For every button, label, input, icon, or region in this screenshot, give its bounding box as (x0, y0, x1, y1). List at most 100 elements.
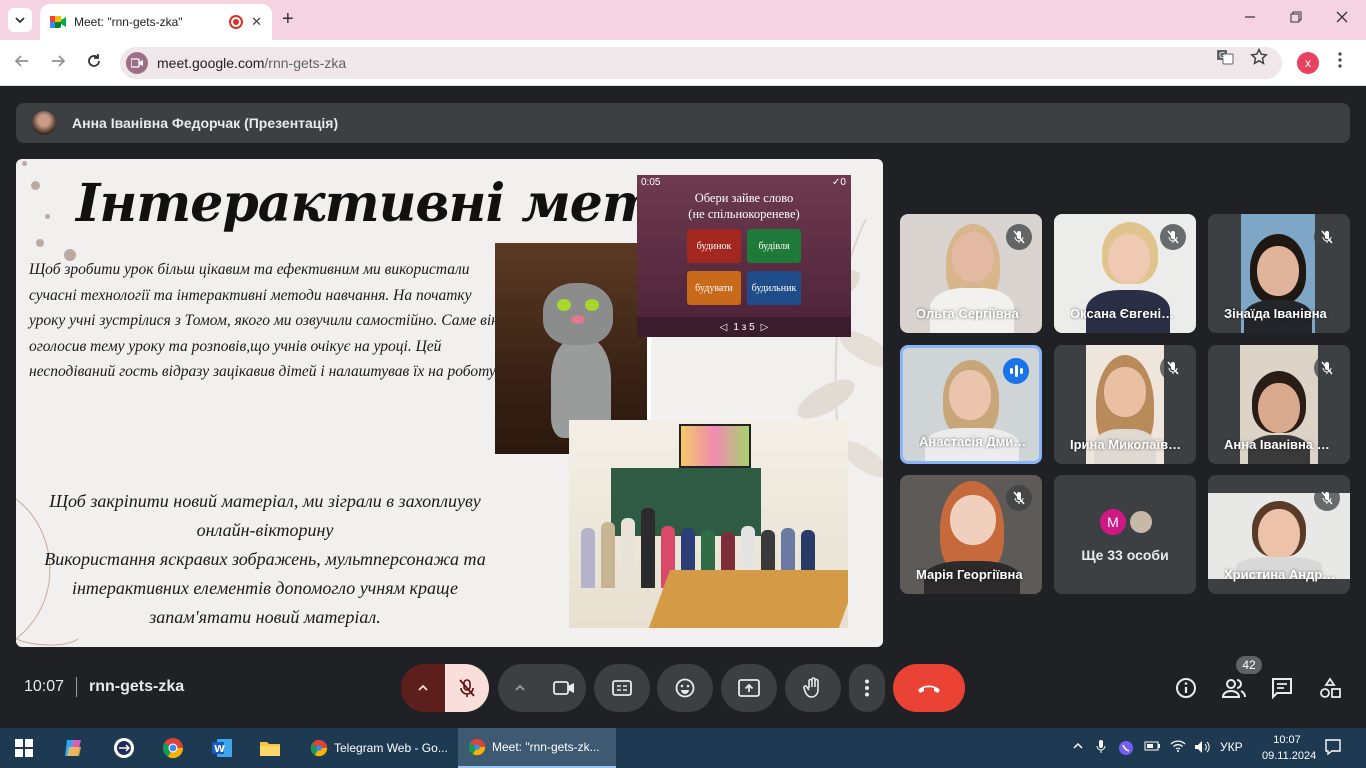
present-screen-icon (738, 679, 760, 697)
decor-dot (45, 214, 50, 219)
chevron-down-icon (15, 17, 25, 24)
toggle-microphone-button[interactable] (445, 664, 489, 712)
close-tab-icon[interactable]: ✕ (251, 14, 262, 30)
profile-avatar[interactable]: x (1297, 52, 1319, 74)
chat-icon (1272, 678, 1292, 699)
close-window-button[interactable] (1336, 10, 1348, 26)
svg-text:W: W (214, 744, 225, 755)
minimize-icon (1245, 16, 1255, 18)
toggle-camera-button[interactable] (542, 664, 586, 712)
mic-off-icon (1314, 485, 1340, 511)
browser-menu-icon[interactable] (1338, 52, 1342, 73)
chrome-icon (468, 738, 486, 756)
file-explorer-button[interactable] (258, 736, 282, 760)
activities-button[interactable] (1318, 676, 1342, 700)
quiz-screenshot: 0:05 ✓0 Обери зайве слово (не спільнокор… (637, 175, 851, 337)
participant-tile-active-speaker[interactable]: Анастасія Дмитрівна (900, 345, 1042, 464)
taskbar-app-telegram[interactable]: Telegram Web - Go... (300, 728, 456, 768)
forward-button[interactable] (50, 53, 66, 74)
copilot-app-button[interactable] (62, 736, 86, 760)
participant-name: Марія Георгіївна (916, 567, 1023, 582)
tray-chevron-up-icon[interactable] (1072, 740, 1084, 755)
wifi-icon[interactable] (1170, 740, 1186, 755)
audio-options-button[interactable] (401, 664, 445, 712)
windows-start-button[interactable] (12, 736, 36, 760)
restore-button[interactable] (1290, 10, 1302, 26)
slide-paragraph-intro: Щоб зробити урок більш цікавим та ефекти… (29, 261, 499, 380)
browser-tab-meet[interactable]: Meet: "rnn-gets-zka" ✕ (40, 4, 272, 40)
more-participants-tile[interactable]: M Ще 33 особи (1054, 475, 1196, 594)
participant-tile[interactable]: Ольга Сергіївна (900, 214, 1042, 333)
info-icon (1176, 678, 1196, 698)
video-camera-icon (553, 681, 574, 695)
participant-tile[interactable]: Ірина Миколаївна (1054, 345, 1196, 464)
microphone-icon[interactable] (1096, 740, 1106, 757)
presenter-bar: Анна Іванівна Федорчак (Презентація) (16, 103, 1350, 143)
folder-icon (260, 742, 280, 756)
tab-search-button[interactable] (8, 8, 32, 32)
chrome-app-button[interactable] (161, 736, 185, 760)
mic-off-icon (1006, 485, 1032, 511)
slide-paragraph-quiz: Щоб закріпити новий матеріал, ми зіграли… (26, 487, 504, 632)
participant-name: Анастасія Дмитрівна (919, 434, 1031, 449)
chat-button[interactable] (1270, 676, 1294, 700)
reload-button[interactable] (86, 53, 102, 74)
back-button[interactable] (14, 53, 30, 74)
quiz-pager: ◁ 1 з 5 ▷ (637, 317, 851, 337)
mic-off-icon (1314, 355, 1340, 381)
taskbar-clock[interactable]: 10:07 09.11.2024 (1262, 732, 1316, 764)
participant-avatar (1128, 509, 1154, 535)
people-button[interactable] (1222, 676, 1246, 700)
circle-arrows-icon (114, 738, 134, 758)
leave-call-button[interactable] (893, 664, 965, 712)
volume-icon[interactable] (1194, 740, 1210, 757)
bookmark-star-icon[interactable] (1249, 47, 1269, 70)
participant-tile[interactable]: Оксана Євгенівна (1054, 214, 1196, 333)
translate-icon[interactable]: G (1216, 48, 1234, 70)
decor-dot (22, 161, 27, 166)
participant-tile[interactable]: Христина Андріївна (1208, 475, 1350, 594)
word-app-button[interactable]: W (210, 736, 234, 760)
input-language[interactable]: УКР (1220, 740, 1243, 754)
participant-tile[interactable]: Анна Іванівна Федорчак (1208, 345, 1350, 464)
participant-tile[interactable]: Зінаїда Іванівна (1208, 214, 1350, 333)
captions-button[interactable] (594, 664, 650, 712)
desk-shape (648, 570, 848, 628)
participant-name: Христина Андріївна (1224, 567, 1336, 582)
decor-dot (36, 239, 44, 247)
participant-name: Зінаїда Іванівна (1224, 306, 1327, 321)
present-screen-button[interactable] (721, 664, 777, 712)
activities-icon (1320, 677, 1341, 698)
reload-icon (88, 54, 100, 67)
speaking-indicator-icon (1003, 358, 1029, 384)
tv-screen-shape (679, 424, 751, 468)
meeting-details-button[interactable] (1174, 676, 1198, 700)
address-bar[interactable]: meet.google.com/rnn-gets-zka (120, 47, 1282, 79)
recording-icon (229, 15, 244, 29)
reactions-button[interactable] (657, 664, 713, 712)
notifications-icon[interactable] (1324, 738, 1342, 759)
hand-icon (803, 677, 819, 698)
windows-logo-icon (15, 739, 33, 757)
mic-off-icon (1006, 224, 1032, 250)
camera-control (498, 664, 586, 712)
video-options-button[interactable] (498, 664, 542, 712)
taskbar-app-meet[interactable]: Meet: "rnn-gets-zk... (458, 728, 616, 768)
participant-name: Ірина Миколаївна (1070, 437, 1182, 452)
new-tab-button[interactable]: + (282, 8, 294, 31)
participant-tile[interactable]: Марія Георгіївна (900, 475, 1042, 594)
arrow-left-icon (14, 55, 28, 67)
raise-hand-button[interactable] (785, 664, 841, 712)
more-options-button[interactable] (849, 664, 885, 712)
app-button[interactable] (112, 736, 136, 760)
minimize-button[interactable] (1244, 10, 1256, 26)
battery-icon[interactable] (1144, 740, 1162, 755)
quiz-score: ✓0 (832, 177, 846, 188)
mic-off-icon (1160, 355, 1186, 381)
meeting-clock: 10:07 (24, 678, 65, 695)
mic-off-icon (1160, 224, 1186, 250)
arrow-right-icon (52, 55, 66, 67)
viber-icon[interactable] (1118, 740, 1134, 759)
tom-eye-shape (585, 299, 599, 311)
participant-name: Анна Іванівна Федорчак (1224, 437, 1336, 452)
